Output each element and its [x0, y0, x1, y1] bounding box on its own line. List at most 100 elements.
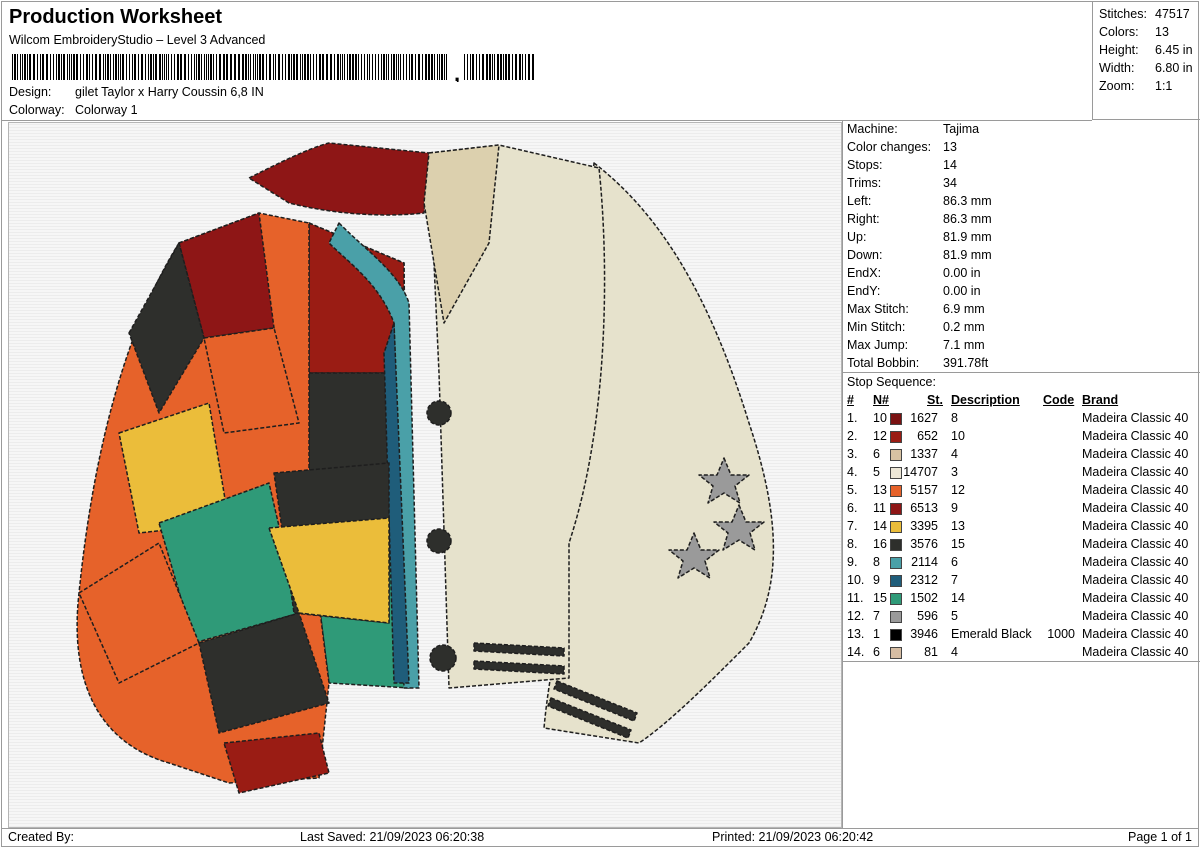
- barcode-bar: [393, 54, 395, 80]
- barcode-bar: [532, 54, 534, 80]
- barcode-bar: [441, 54, 443, 80]
- info-value: 34: [943, 176, 957, 190]
- stop-cell-num: 3.: [847, 447, 858, 461]
- barcode-bar: [213, 54, 214, 80]
- info-label: Right:: [847, 212, 880, 226]
- barcode-bar: [141, 54, 143, 80]
- barcode-bar: [482, 54, 484, 80]
- stop-cell-num: 4.: [847, 465, 858, 479]
- stop-cell-desc: 12: [951, 483, 965, 497]
- stop-cell-n: 8: [873, 555, 880, 569]
- stop-cell-n: 6: [873, 645, 880, 659]
- stop-cell-num: 8.: [847, 537, 858, 551]
- header: Production Worksheet Wilcom EmbroiderySt…: [2, 2, 1092, 121]
- thread-color-swatch: [890, 629, 902, 641]
- barcode-bar: [409, 54, 410, 80]
- barcode-bar: [42, 54, 44, 80]
- stop-cell-st: 1502: [910, 591, 938, 605]
- barcode-bar: [285, 54, 286, 80]
- stop-cell-st: 5157: [910, 483, 938, 497]
- stop-cell-n: 7: [873, 609, 880, 623]
- barcode-bar: [210, 54, 212, 80]
- summary-label: Height:: [1099, 43, 1139, 57]
- summary-label: Stitches:: [1099, 7, 1147, 21]
- barcode-bar: [206, 54, 207, 80]
- page-title: Production Worksheet: [9, 6, 222, 28]
- stop-cell-num: 10.: [847, 573, 865, 587]
- info-label: Machine:: [847, 122, 898, 136]
- barcode-bar: [162, 54, 163, 80]
- barcode-bar: [304, 54, 306, 80]
- barcode-bar: [155, 54, 157, 80]
- summary-panel: Stitches: 47517 Colors: 13 Height: 6.45 in …: [1092, 2, 1200, 120]
- info-value: 86.3 mm: [943, 212, 992, 226]
- stop-cell-st: 1627: [910, 411, 938, 425]
- barcode-bar: [446, 54, 447, 80]
- stop-cell-brand: Madeira Classic 40: [1082, 609, 1189, 623]
- colorway-label: Colorway:: [9, 103, 65, 117]
- barcode-bar: [293, 54, 295, 80]
- barcode-bar: [89, 54, 90, 80]
- barcode-bar: [50, 54, 51, 80]
- barcode-bar: [177, 54, 179, 80]
- stop-cell-desc: 14: [951, 591, 965, 605]
- barcode-bar: [171, 54, 172, 80]
- barcode-bar: [122, 54, 124, 80]
- info-label: Min Stitch:: [847, 320, 906, 334]
- stop-cell-num: 2.: [847, 429, 858, 443]
- barcode-bar: [92, 54, 93, 80]
- info-value: Tajima: [943, 122, 980, 136]
- stop-cell-desc: 7: [951, 573, 958, 587]
- barcode-bar: [369, 54, 370, 80]
- stop-cell-brand: Madeira Classic 40: [1082, 555, 1189, 569]
- barcode-bar: [253, 54, 254, 80]
- barcode-bar: [115, 54, 117, 80]
- barcode-bar: [201, 54, 202, 80]
- barcode-bar: [472, 54, 474, 80]
- thread-color-swatch: [890, 647, 902, 659]
- barcode-bar: [340, 54, 341, 80]
- info-label: Left:: [847, 194, 872, 208]
- stop-cell-desc: 13: [951, 519, 965, 533]
- stop-cell-brand: Madeira Classic 40: [1082, 537, 1189, 551]
- stop-cell-num: 6.: [847, 501, 858, 515]
- stop-cell-desc: 4: [951, 447, 958, 461]
- barcode-bar: [105, 54, 106, 80]
- barcode-bar: [411, 54, 413, 80]
- info-row: Left: 86.3 mm: [847, 194, 992, 208]
- barcode-bar: [288, 54, 290, 80]
- barcode-bar: [191, 54, 192, 80]
- design-label: Design:: [9, 85, 52, 99]
- barcode-bar: [113, 54, 114, 80]
- info-value: 0.00 in: [943, 266, 981, 280]
- stop-cell-st: 2312: [910, 573, 938, 587]
- barcode-bar: [40, 54, 41, 80]
- info-row: Color changes: 13: [847, 140, 957, 154]
- barcode-bar: [150, 54, 152, 80]
- barcode-bar: [159, 54, 161, 80]
- barcode-bar: [437, 54, 438, 80]
- barcode-bar: [337, 54, 339, 80]
- barcode-bar: [344, 54, 345, 80]
- summary-stitches: Stitches: 47517: [1099, 7, 1190, 21]
- barcode-bar: [479, 54, 480, 80]
- barcode-bar: [95, 54, 97, 80]
- summary-value: 6.45 in: [1155, 43, 1193, 57]
- info-value: 391.78ft: [943, 356, 989, 370]
- barcode-bar: [17, 54, 18, 80]
- barcode-bar: [486, 54, 488, 80]
- stop-cell-brand: Madeira Classic 40: [1082, 519, 1189, 533]
- barcode-bar: [388, 54, 389, 80]
- barcode-bar: [46, 54, 48, 80]
- barcode-bar: [248, 54, 249, 80]
- stop-cell-st: 3576: [910, 537, 938, 551]
- thread-color-swatch: [890, 431, 902, 443]
- barcode-bar: [145, 54, 146, 80]
- barcode-bar: [153, 54, 154, 80]
- thread-color-swatch: [890, 449, 902, 461]
- stop-cell-n: 9: [873, 573, 880, 587]
- colorway-row: Colorway: Colorway 1: [9, 103, 138, 117]
- barcode-bar: [342, 54, 343, 80]
- barcode-bar: [434, 54, 435, 80]
- barcode-bar: [439, 54, 440, 80]
